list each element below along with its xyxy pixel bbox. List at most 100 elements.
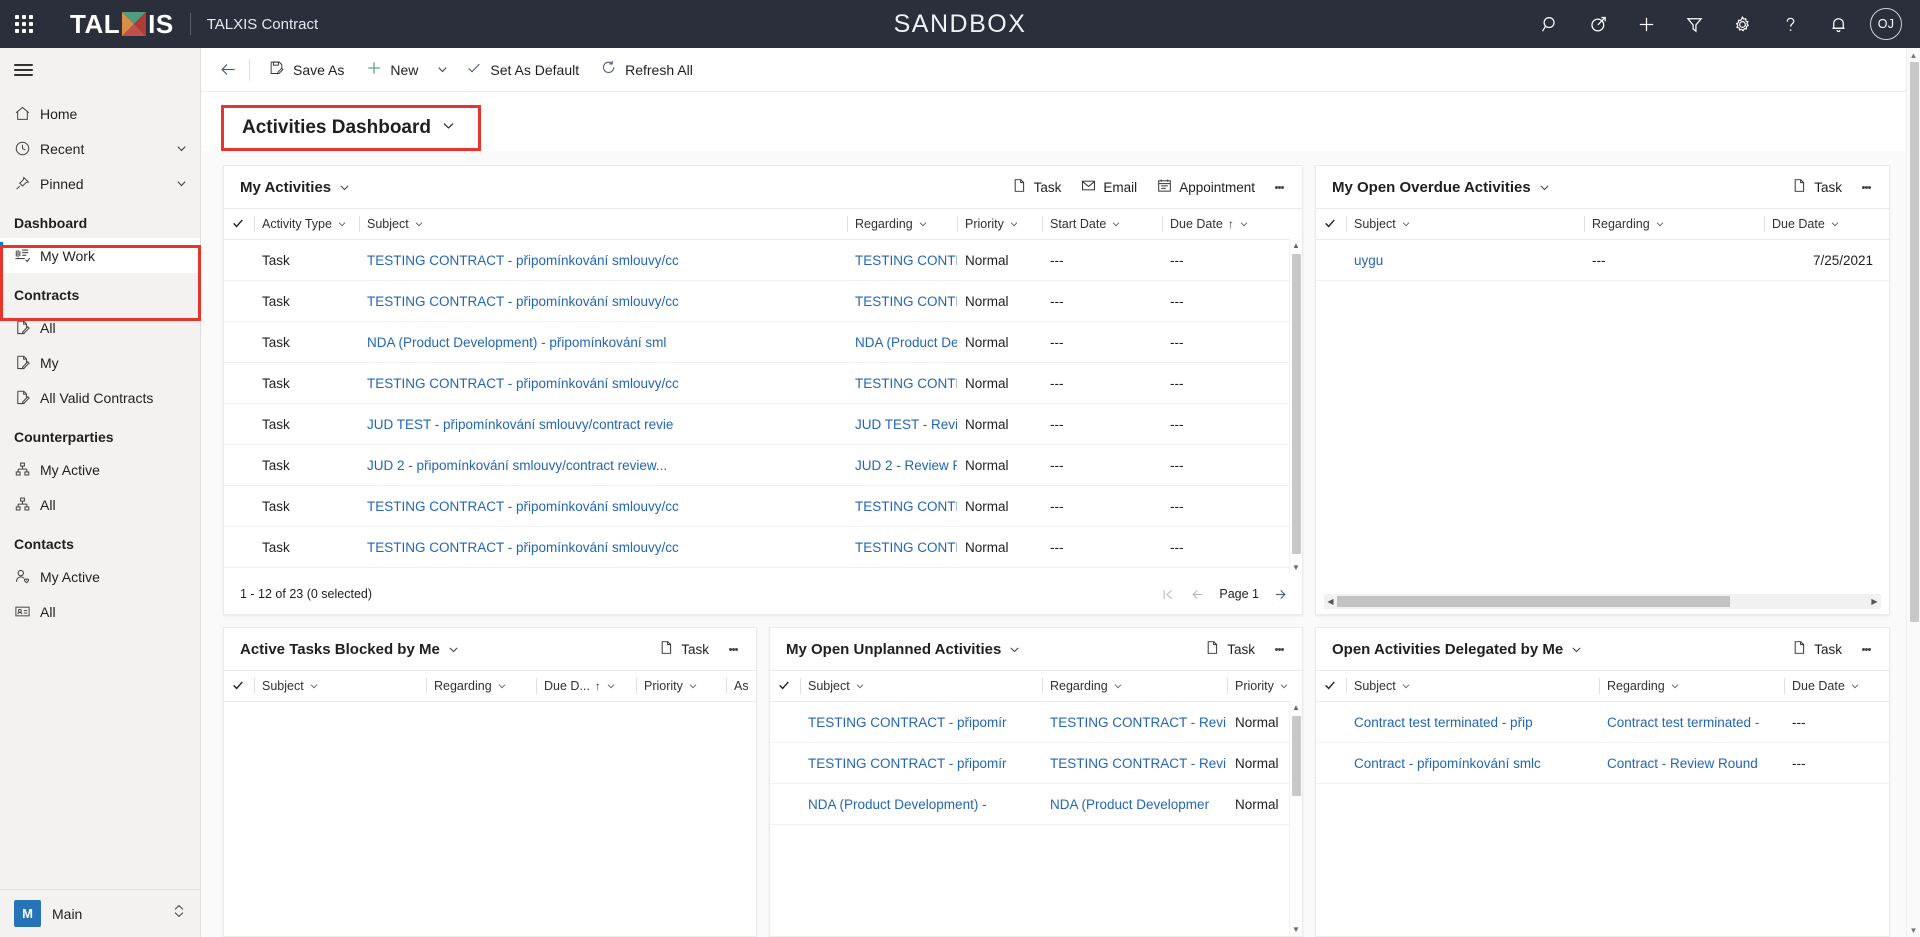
area-switcher[interactable]: M Main [0, 889, 200, 937]
avatar[interactable]: OJ [1862, 0, 1910, 48]
dashboard-selector[interactable]: Activities Dashboard [221, 105, 481, 151]
cell-subject[interactable]: TESTING CONTRACT - připomínkování smlouv… [359, 567, 847, 574]
new-task-button[interactable]: Task [1783, 634, 1851, 664]
new-task-button[interactable]: Task [1783, 172, 1851, 202]
column-subject[interactable]: Subject [254, 670, 426, 702]
column-subject[interactable]: Subject [359, 208, 847, 240]
cell-regarding[interactable]: JUD TEST - Review [847, 403, 957, 445]
table-row[interactable]: Task TESTING CONTRACT - připomínkování s… [224, 362, 1302, 404]
cell-subject[interactable]: uygu [1346, 239, 1584, 281]
table-row[interactable]: Contract test terminated - přip Contract… [1316, 701, 1889, 743]
chevron-down-icon[interactable] [447, 643, 460, 656]
table-row[interactable]: Task TESTING CONTRACT - připomínkování s… [224, 526, 1302, 568]
scroll-up-arrow-icon[interactable]: ▲ [1292, 239, 1300, 252]
cell-regarding[interactable]: TESTING CONTRA [847, 485, 957, 527]
previous-page-button[interactable] [1190, 587, 1205, 602]
scroll-down-arrow-icon[interactable]: ▼ [1910, 923, 1918, 937]
new-task-button[interactable]: Task [1003, 172, 1071, 202]
scroll-up-arrow-icon[interactable]: ▲ [1292, 701, 1300, 714]
select-all-header[interactable] [770, 670, 800, 702]
scroll-right-arrow-icon[interactable]: ▶ [1868, 597, 1881, 606]
panel-more-icon[interactable] [720, 634, 746, 664]
table-row[interactable]: Task NDA (Product Development) - připomí… [224, 321, 1302, 363]
sidebar-item-counterparties-my-active[interactable]: My Active [0, 452, 200, 487]
cell-regarding[interactable]: TESTING CONTRA [847, 280, 957, 322]
column-priority[interactable]: Priority [957, 208, 1042, 240]
refresh-all-button[interactable]: Refresh All [590, 53, 704, 87]
new-dropdown-caret[interactable] [429, 53, 455, 87]
cell-subject[interactable]: Contract - připomínkování smlc [1346, 742, 1599, 784]
table-row[interactable]: TESTING CONTRACT - připomír TESTING CONT… [770, 742, 1302, 784]
table-row[interactable]: TESTING CONTRACT - připomír TESTING CONT… [770, 701, 1302, 743]
sidebar-item-contacts-all[interactable]: All [0, 594, 200, 629]
cell-regarding[interactable]: TESTING CONTRACT - Revi [1042, 742, 1227, 784]
select-all-header[interactable] [224, 208, 254, 240]
cell-subject[interactable]: TESTING CONTRACT - připomínkování smlouv… [359, 239, 847, 281]
table-row[interactable]: NDA (Product Development) - NDA (Product… [770, 783, 1302, 825]
column-due-date[interactable]: Due Date ↑ [1162, 208, 1302, 240]
table-row[interactable]: Contract - připomínkování smlc Contract … [1316, 742, 1889, 784]
sidebar-item-home[interactable]: Home [0, 96, 200, 131]
cell-regarding[interactable]: TESTING CONTRA [847, 239, 957, 281]
table-row[interactable]: Task TESTING CONTRACT - připomínkování s… [224, 280, 1302, 322]
cell-subject[interactable]: TESTING CONTRACT - připomínkování smlouv… [359, 485, 847, 527]
cell-subject[interactable]: NDA (Product Development) - připomínková… [359, 321, 847, 363]
grid-vertical-scrollbar[interactable]: ▲ ▼ [1289, 701, 1302, 936]
save-as-button[interactable]: Save As [258, 53, 355, 87]
cell-regarding[interactable]: Contract test terminated - [1599, 701, 1784, 743]
chevron-down-icon[interactable] [1538, 181, 1551, 194]
next-page-button[interactable] [1273, 587, 1288, 602]
cell-regarding[interactable]: TESTING CONTRA [847, 362, 957, 404]
sidebar-item-counterparties-all[interactable]: All [0, 487, 200, 522]
chevron-down-icon[interactable] [338, 181, 351, 194]
column-start-date[interactable]: Start Date [1042, 208, 1162, 240]
select-all-header[interactable] [1316, 208, 1346, 240]
column-assigned[interactable]: As [726, 670, 756, 702]
column-due-date[interactable]: Due Date [1784, 670, 1889, 702]
panel-more-icon[interactable] [1853, 172, 1879, 202]
panel-more-icon[interactable] [1853, 634, 1879, 664]
cell-subject[interactable]: TESTING CONTRACT - připomínkování smlouv… [359, 526, 847, 568]
scroll-up-arrow-icon[interactable]: ▲ [1910, 48, 1918, 62]
cell-subject[interactable]: JUD 2 - připomínkování smlouvy/contract … [359, 444, 847, 486]
column-due-date[interactable]: Due D... ↑ [536, 670, 636, 702]
column-due-date[interactable]: Due Date [1764, 208, 1889, 240]
cell-subject[interactable]: TESTING CONTRACT - připomír [800, 701, 1042, 743]
table-row[interactable]: Task TESTING CONTRACT - připomínkování s… [224, 239, 1302, 281]
select-all-header[interactable] [1316, 670, 1346, 702]
table-row[interactable]: Task JUD TEST - připomínkování smlouvy/c… [224, 403, 1302, 445]
cell-regarding[interactable]: TESTING CONTRA [847, 567, 957, 574]
search-icon[interactable] [1526, 0, 1574, 48]
panel-more-icon[interactable] [1266, 634, 1292, 664]
chevron-down-icon[interactable] [175, 142, 188, 155]
cell-subject[interactable]: Contract test terminated - přip [1346, 701, 1599, 743]
gear-icon[interactable] [1718, 0, 1766, 48]
cell-subject[interactable]: TESTING CONTRACT - připomínkování smlouv… [359, 280, 847, 322]
cell-regarding[interactable]: NDA (Product Dev [847, 321, 957, 363]
grid-vertical-scrollbar[interactable]: ▲ ▼ [1289, 239, 1302, 574]
scroll-thumb[interactable] [1909, 62, 1919, 622]
first-page-button[interactable] [1161, 587, 1176, 602]
panel-more-icon[interactable] [1266, 172, 1292, 202]
sidebar-item-recent[interactable]: Recent [0, 131, 200, 166]
table-row[interactable]: Task TESTING CONTRACT - připomínkování s… [224, 567, 1302, 574]
sidebar-item-contracts-my[interactable]: My [0, 345, 200, 380]
scroll-thumb[interactable] [1337, 596, 1730, 607]
chevron-down-icon[interactable] [175, 177, 188, 190]
table-row[interactable]: uygu --- 7/25/2021 [1316, 239, 1889, 281]
diagnostics-icon[interactable] [1574, 0, 1622, 48]
column-priority[interactable]: Priority [636, 670, 726, 702]
sidebar-item-all-valid-contracts[interactable]: All Valid Contracts [0, 380, 200, 415]
scroll-thumb[interactable] [1291, 716, 1301, 796]
scroll-track[interactable] [1290, 714, 1302, 923]
app-launcher-button[interactable] [0, 0, 48, 48]
sidebar-item-my-work[interactable]: My Work [0, 238, 200, 273]
scroll-left-arrow-icon[interactable]: ◀ [1324, 597, 1337, 606]
sidebar-collapse-button[interactable] [0, 48, 200, 92]
cell-regarding[interactable]: TESTING CONTRA [847, 526, 957, 568]
column-regarding[interactable]: Regarding [847, 208, 957, 240]
cell-regarding[interactable]: TESTING CONTRACT - Revi [1042, 701, 1227, 743]
chevron-down-icon[interactable] [1008, 643, 1021, 656]
scroll-thumb[interactable] [1291, 254, 1301, 554]
scroll-track[interactable] [1907, 62, 1920, 923]
